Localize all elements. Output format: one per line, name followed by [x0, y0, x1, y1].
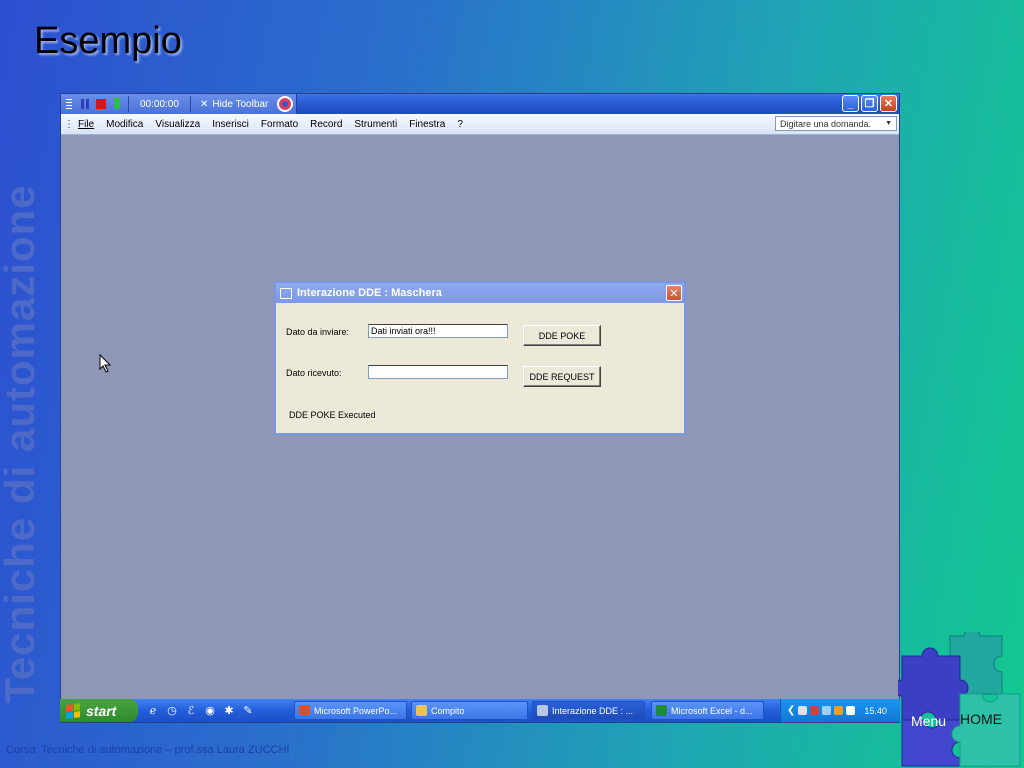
task-label: Compito	[431, 705, 465, 716]
tray-network-icon[interactable]	[798, 706, 808, 715]
application-window: 00:00:00 ✕ Hide Toolbar _ ❐ ✕ ⋮ File Mod…	[60, 93, 900, 723]
tool-icon[interactable]: ✱	[222, 703, 236, 717]
taskbar: start ℯ ◷ ℰ ◉ ✱ ✎ Microsoft PowerPo... C…	[60, 699, 900, 722]
recorder-app-icon[interactable]	[274, 94, 296, 114]
folder-icon	[416, 705, 427, 716]
slide-title: Esempio	[34, 20, 182, 62]
start-label: start	[86, 702, 117, 719]
taskbar-item-powerpoint[interactable]: Microsoft PowerPo...	[294, 701, 407, 720]
ie-icon[interactable]: ℯ	[146, 703, 160, 717]
dde-poke-button[interactable]: DDE POKE	[523, 325, 601, 346]
tray-volume-icon[interactable]	[846, 706, 856, 715]
dialog-title: Interazione DDE : Maschera	[297, 287, 442, 299]
system-clock: 15.40	[864, 705, 887, 716]
task-label: Interazione DDE : ...	[552, 705, 634, 716]
dde-form-dialog: Interazione DDE : Maschera ✕ Dato da inv…	[274, 281, 686, 435]
menu-item-inserisci[interactable]: Inserisci	[206, 119, 255, 130]
menu-item-visualizza[interactable]: Visualizza	[149, 119, 206, 130]
menu-item-finestra[interactable]: Finestra	[403, 119, 451, 130]
dialog-close-button[interactable]: ✕	[666, 285, 682, 301]
menu-nav-button[interactable]: Menu	[911, 713, 946, 729]
puzzle-navigation-graphic	[898, 632, 1021, 767]
vertical-course-title: Tecniche di automazione	[0, 184, 43, 704]
dialog-title-bar: Interazione DDE : Maschera	[276, 283, 684, 303]
start-button[interactable]: start	[60, 699, 138, 722]
tray-security-icon[interactable]	[810, 706, 820, 715]
recording-timer: 00:00:00	[140, 98, 179, 110]
title-bar: 00:00:00 ✕ Hide Toolbar _ ❐ ✕	[61, 94, 899, 114]
ask-question-placeholder: Digitare una domanda.	[780, 118, 872, 129]
home-nav-button[interactable]: HOME	[960, 711, 1002, 727]
task-label: Microsoft Excel - d...	[671, 705, 753, 716]
clock-app-icon[interactable]: ◷	[165, 703, 179, 717]
quick-launch: ℯ ◷ ℰ ◉ ✱ ✎	[146, 703, 255, 717]
menu-item-modifica[interactable]: Modifica	[100, 119, 149, 130]
tray-expand-icon[interactable]: ❮	[787, 705, 795, 716]
minimize-button[interactable]: _	[842, 95, 859, 112]
window-buttons: _ ❐ ✕	[842, 95, 897, 112]
menu-bar: ⋮ File Modifica Visualizza Inserisci For…	[61, 114, 899, 135]
footer-course-text: Corso: Tecniche di automazione – prof.ss…	[6, 744, 290, 756]
mouse-cursor-icon	[99, 353, 112, 378]
received-data-label: Dato ricevuto:	[286, 368, 342, 378]
powerpoint-icon	[299, 705, 310, 716]
taskbar-item-excel[interactable]: Microsoft Excel - d...	[651, 701, 764, 720]
hide-toolbar-button[interactable]: ✕ Hide Toolbar	[194, 99, 274, 110]
menu-item-formato[interactable]: Formato	[255, 119, 304, 130]
close-icon: ✕	[199, 98, 209, 110]
send-data-label: Dato da inviare:	[286, 327, 350, 337]
pause-icon[interactable]	[77, 94, 93, 114]
windows-flag-icon	[66, 702, 80, 719]
hide-toolbar-label: Hide Toolbar	[212, 98, 269, 110]
ask-question-box[interactable]: Digitare una domanda. ▼	[775, 116, 897, 131]
form-icon	[537, 705, 548, 716]
grip-icon	[61, 94, 77, 114]
media-player-icon[interactable]: ◉	[203, 703, 217, 717]
excel-icon	[656, 705, 667, 716]
tray-display-icon[interactable]	[822, 706, 832, 715]
form-icon	[280, 287, 292, 299]
menu-item-strumenti[interactable]: Strumenti	[348, 119, 403, 130]
taskbar-item-compito[interactable]: Compito	[411, 701, 528, 720]
marker-icon[interactable]	[109, 94, 125, 114]
browser-icon[interactable]: ℰ	[184, 703, 198, 717]
system-tray: ❮ 15.40	[780, 699, 900, 722]
menu-item-record[interactable]: Record	[304, 119, 348, 130]
taskbar-item-interazione-dde[interactable]: Interazione DDE : ...	[532, 701, 645, 720]
toolbar-separator	[189, 96, 191, 112]
menu-grip-icon: ⋮	[64, 118, 74, 130]
menu-item-help[interactable]: ?	[451, 119, 469, 130]
received-data-field[interactable]	[368, 365, 508, 379]
toolbar-separator	[128, 96, 129, 112]
stop-icon[interactable]	[93, 94, 109, 114]
task-label: Microsoft PowerPo...	[314, 705, 398, 716]
status-message: DDE POKE Executed	[289, 410, 376, 420]
dropdown-arrow-icon[interactable]: ▼	[885, 120, 892, 127]
tray-flag-icon[interactable]	[834, 706, 844, 715]
pen-icon[interactable]: ✎	[241, 703, 255, 717]
close-window-button[interactable]: ✕	[880, 95, 897, 112]
menu-item-file[interactable]: File	[72, 119, 100, 130]
dde-request-button[interactable]: DDE REQUEST	[523, 366, 601, 387]
recorder-toolbar: 00:00:00 ✕ Hide Toolbar	[61, 94, 298, 114]
restore-button[interactable]: ❐	[861, 95, 878, 112]
send-data-field[interactable]: Dati inviati ora!!!	[368, 324, 508, 338]
